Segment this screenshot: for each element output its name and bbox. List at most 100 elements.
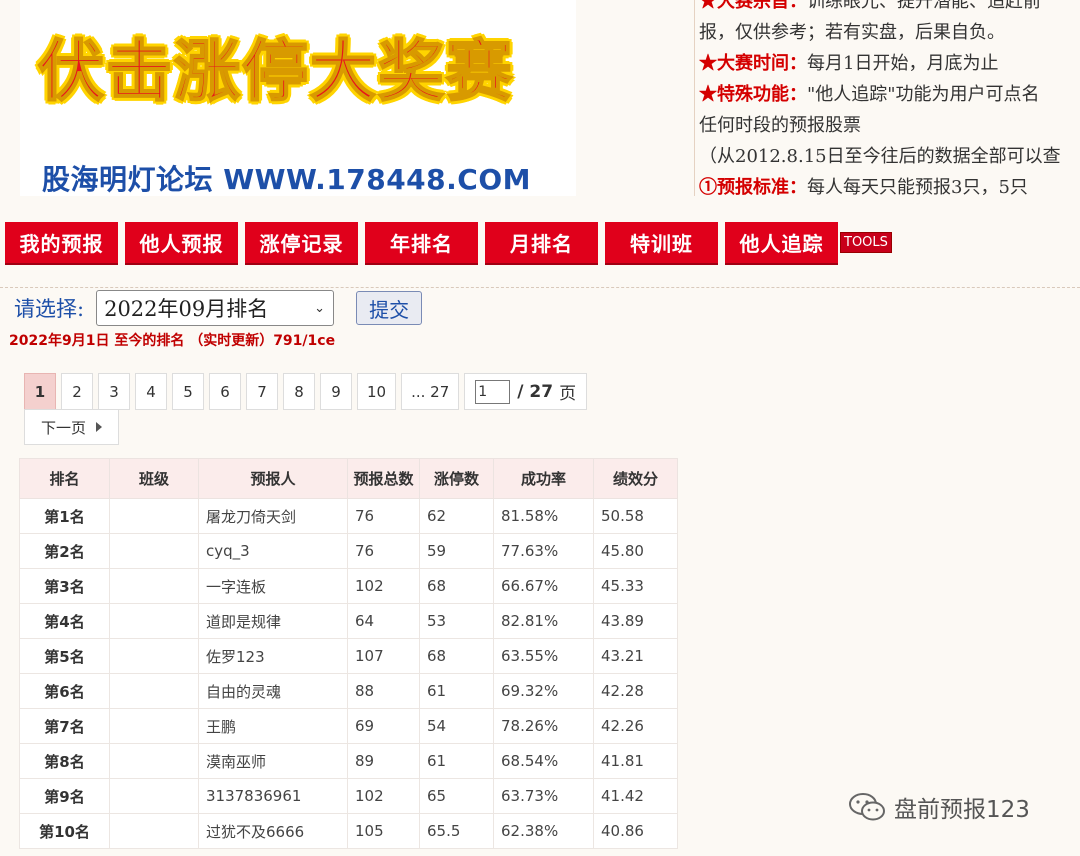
page-link-4[interactable]: 4	[135, 373, 167, 410]
forecaster-link[interactable]: 佐罗123	[198, 638, 348, 674]
nav-others-forecast[interactable]: 他人预报	[125, 222, 238, 265]
rules-heading: ★大赛宗旨：	[699, 0, 807, 12]
page-unit: 页	[559, 384, 577, 404]
forecaster-link[interactable]: 漠南巫师	[198, 743, 348, 779]
rank-cell: 第2名	[19, 533, 110, 569]
table-row: 第10名 过犹不及6666 105 65.5 62.38% 40.86	[19, 813, 678, 849]
rules-line: （从2012.8.15日至今往后的数据全部可以查	[699, 146, 1061, 167]
col-header-success-rate[interactable]: 成功率	[493, 458, 594, 499]
nav-year-ranking[interactable]: 年排名	[365, 222, 478, 265]
page-link-8[interactable]: 8	[283, 373, 315, 410]
total-cell: 76	[347, 533, 420, 569]
month-select-value: 2022年09月排名	[104, 297, 269, 321]
total-cell: 102	[347, 568, 420, 604]
class-cell	[109, 778, 199, 814]
nav-my-forecast[interactable]: 我的预报	[5, 222, 118, 265]
caret-right-icon	[96, 422, 102, 432]
page-link-9[interactable]: 9	[320, 373, 352, 410]
rules-heading: ★大赛时间：	[699, 53, 807, 74]
nav-track-others[interactable]: 他人追踪	[725, 222, 838, 265]
filter-row: 请选择: 2022年09月排名 ⌄ 提交	[14, 290, 423, 326]
score-cell: 42.28	[593, 673, 678, 709]
score-cell: 45.80	[593, 533, 678, 569]
table-row: 第7名 王鹏 69 54 78.26% 42.26	[19, 708, 678, 744]
success-rate-cell: 78.26%	[493, 708, 594, 744]
col-header-total[interactable]: 预报总数	[347, 458, 420, 499]
success-rate-cell: 66.67%	[493, 568, 594, 604]
tools-link[interactable]: TOOLS	[840, 232, 892, 253]
col-header-forecaster[interactable]: 预报人	[198, 458, 348, 499]
page-link-7[interactable]: 7	[246, 373, 278, 410]
class-cell	[109, 673, 199, 709]
chevron-down-icon: ⌄	[314, 300, 326, 316]
class-cell	[109, 498, 199, 534]
submit-button[interactable]: 提交	[356, 291, 423, 325]
forecaster-link[interactable]: 王鹏	[198, 708, 348, 744]
forecaster-link[interactable]: 3137836961	[198, 778, 348, 814]
page-jump-input[interactable]: 1	[475, 379, 511, 404]
page-link-2[interactable]: 2	[61, 373, 93, 410]
banner-subtitle: 股海明灯论坛 WWW.178448.COM	[42, 163, 532, 196]
total-cell: 105	[347, 813, 420, 849]
rules-text: 训练眼光、提升潜能、追赶前	[807, 0, 1041, 12]
limit-ups-cell: 53	[419, 603, 494, 639]
rules-heading: ★特殊功能：	[699, 84, 807, 105]
page-link-6[interactable]: 6	[209, 373, 241, 410]
total-cell: 107	[347, 638, 420, 674]
score-cell: 41.42	[593, 778, 678, 814]
class-cell	[109, 603, 199, 639]
rules-line: ★特殊功能："他人追踪"功能为用户可点名	[699, 79, 1061, 110]
class-cell	[109, 568, 199, 604]
limit-ups-cell: 54	[419, 708, 494, 744]
nav-limit-up-records[interactable]: 涨停记录	[245, 222, 358, 265]
table-row: 第5名 佐罗123 107 68 63.55% 43.21	[19, 638, 678, 674]
rules-panel: ★大赛宗旨：训练眼光、提升潜能、追赶前 报，仅供参考；若有实盘，后果自负。 ★大…	[694, 0, 1080, 196]
forecaster-link[interactable]: 过犹不及6666	[198, 813, 348, 849]
page-link-3[interactable]: 3	[98, 373, 130, 410]
next-page-label: 下一页	[40, 418, 86, 437]
col-header-rank[interactable]: 排名	[19, 458, 110, 499]
class-cell	[109, 813, 199, 849]
score-cell: 42.26	[593, 708, 678, 744]
forecaster-link[interactable]: cyq_3	[198, 533, 348, 569]
limit-ups-cell: 62	[419, 498, 494, 534]
limit-ups-cell: 65	[419, 778, 494, 814]
pagination: 1 2 3 4 5 6 7 8 9 10 ... 27 1 / 27 页	[24, 373, 588, 410]
forecaster-link[interactable]: 自由的灵魂	[198, 673, 348, 709]
next-page-button[interactable]: 下一页	[24, 409, 119, 445]
score-cell: 45.33	[593, 568, 678, 604]
table-row: 第9名 3137836961 102 65 63.73% 41.42	[19, 778, 678, 814]
success-rate-cell: 81.58%	[493, 498, 594, 534]
forecaster-link[interactable]: 一字连板	[198, 568, 348, 604]
col-header-limit-ups[interactable]: 涨停数	[419, 458, 494, 499]
rules-line: 任何时段的预报股票	[699, 115, 861, 136]
success-rate-cell: 63.55%	[493, 638, 594, 674]
success-rate-cell: 69.32%	[493, 673, 594, 709]
page-link-last[interactable]: ... 27	[401, 373, 460, 410]
page-link-5[interactable]: 5	[172, 373, 204, 410]
nav-training-class[interactable]: 特训班	[605, 222, 718, 265]
nav-month-ranking[interactable]: 月排名	[485, 222, 598, 265]
limit-ups-cell: 59	[419, 533, 494, 569]
rank-cell: 第7名	[19, 708, 110, 744]
forecaster-link[interactable]: 道即是规律	[198, 603, 348, 639]
page-total: / 27	[517, 381, 554, 402]
rank-cell: 第8名	[19, 743, 110, 779]
watermark: 盘前预报123	[848, 790, 1030, 824]
score-cell: 40.86	[593, 813, 678, 849]
score-cell: 43.89	[593, 603, 678, 639]
rank-cell: 第4名	[19, 603, 110, 639]
page-link-10[interactable]: 10	[357, 373, 397, 410]
rank-cell: 第10名	[19, 813, 110, 849]
forecaster-link[interactable]: 屠龙刀倚天剑	[198, 498, 348, 534]
page-jump: 1 / 27 页	[464, 373, 588, 410]
success-rate-cell: 62.38%	[493, 813, 594, 849]
month-select[interactable]: 2022年09月排名 ⌄	[96, 290, 335, 326]
total-cell: 88	[347, 673, 420, 709]
score-cell: 43.21	[593, 638, 678, 674]
col-header-score[interactable]: 绩效分	[593, 458, 678, 499]
success-rate-cell: 77.63%	[493, 533, 594, 569]
page-link-1[interactable]: 1	[24, 373, 56, 410]
col-header-class[interactable]: 班级	[109, 458, 199, 499]
total-cell: 89	[347, 743, 420, 779]
